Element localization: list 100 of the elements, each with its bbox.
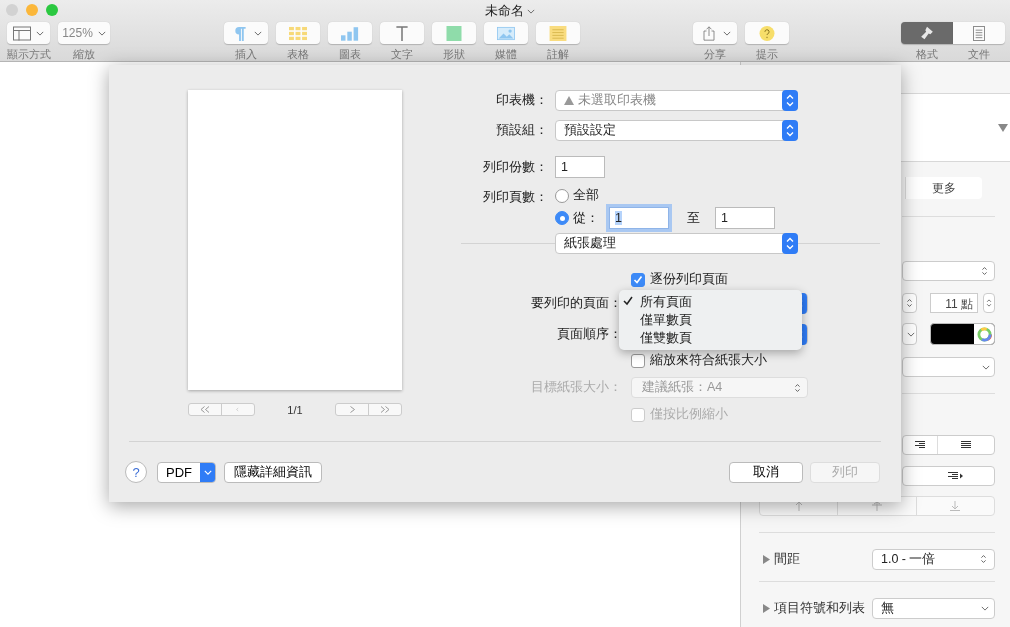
zoom-button[interactable]	[46, 4, 58, 16]
menu-item[interactable]: 僅單數頁	[640, 311, 692, 329]
arrow-up-icon	[794, 501, 803, 511]
stepper-icon	[782, 90, 798, 111]
bullets-label: 項目符號和列表	[774, 599, 865, 617]
chevron-icon	[253, 30, 262, 36]
text-button[interactable]	[380, 22, 424, 44]
radio-button[interactable]	[555, 211, 569, 225]
chevron-icon	[982, 364, 990, 370]
page-order-label: 頁面順序：	[556, 326, 622, 343]
color-wheel-icon	[976, 326, 992, 342]
dropdown[interactable]	[902, 357, 995, 377]
copies-label: 列印份數：	[482, 158, 548, 176]
bullets-dropdown[interactable]: 無	[872, 597, 995, 619]
close-button[interactable]	[6, 4, 18, 16]
next-icon	[349, 406, 355, 413]
more-tab[interactable]: 更多	[905, 177, 982, 199]
checkbox-label: 僅按比例縮小	[650, 406, 728, 423]
font-dropdown[interactable]	[902, 261, 995, 281]
toolbar-label: 分享	[704, 47, 726, 62]
comment-button[interactable]	[536, 22, 580, 44]
pages-label: 列印頁數：	[482, 189, 548, 206]
radio-button[interactable]	[555, 188, 569, 203]
chevron-icon	[907, 331, 915, 337]
share-button[interactable]	[693, 22, 737, 44]
chevron-icon	[36, 30, 44, 36]
view-button[interactable]	[7, 22, 50, 44]
presets-label: 預設組：	[495, 122, 548, 139]
document-tab[interactable]	[953, 22, 1005, 44]
disclosure-triangle-icon[interactable]	[763, 603, 770, 613]
toolbar-label: 插入	[235, 47, 257, 62]
tips-button[interactable]	[745, 22, 789, 44]
minimize-button[interactable]	[26, 4, 38, 16]
from-page-field[interactable]: 1	[609, 207, 669, 229]
menu-item[interactable]: 僅雙數頁	[640, 329, 692, 347]
document-icon	[970, 25, 988, 41]
toolbar-label: 格式	[915, 47, 939, 62]
disclosure-triangle-icon[interactable]	[763, 554, 770, 564]
square-icon	[445, 25, 463, 41]
menu-item[interactable]: 所有頁面	[640, 293, 692, 311]
color-well[interactable]	[930, 323, 995, 345]
dropdown-triangle-icon	[998, 123, 1008, 132]
section-dropdown[interactable]: 紙張處理	[555, 233, 798, 254]
media-button[interactable]	[484, 22, 528, 44]
toolbar-label: 圖表	[339, 47, 361, 62]
size-stepper[interactable]	[983, 293, 995, 313]
chevron-icon	[981, 605, 989, 611]
checkbox[interactable]	[631, 353, 645, 368]
page-number: 1/1	[286, 403, 304, 416]
hide-details-button[interactable]: 隱藏詳細資訊	[224, 461, 322, 483]
to-label: 至	[687, 209, 700, 227]
copies-field[interactable]: 1	[555, 156, 605, 178]
pdf-button[interactable]: PDF	[157, 461, 216, 483]
chevron-icon	[97, 30, 106, 36]
checkmark-icon	[633, 274, 643, 285]
toolbar-label: 提示	[756, 47, 778, 62]
chevron-icon	[722, 30, 731, 36]
style-stepper[interactable]	[902, 293, 917, 313]
checkbox[interactable]	[631, 272, 645, 287]
last-page-icon	[380, 406, 390, 413]
spacing-dropdown[interactable]: 1.0 - 一倍	[872, 548, 995, 570]
image-icon	[497, 25, 515, 41]
help-button[interactable]: ?	[125, 461, 147, 483]
radio-label: 從：	[573, 209, 599, 227]
checkbox-label: 逐份列印頁面	[650, 271, 728, 288]
spacing-label: 間距	[774, 550, 800, 568]
chevron-icon	[527, 8, 535, 14]
presets-dropdown[interactable]: 預設設定	[555, 120, 798, 141]
printer-label: 印表機：	[495, 92, 548, 109]
toolbar-label: 形狀	[443, 47, 465, 62]
shape-button[interactable]	[432, 22, 476, 44]
toolbar-label: 顯示方式	[6, 47, 51, 62]
toolbar-label: 表格	[287, 47, 309, 62]
pages-to-print-label: 要列印的頁面：	[530, 295, 622, 312]
indent-button[interactable]	[902, 466, 995, 486]
layout-icon	[13, 25, 31, 41]
table-icon	[289, 25, 307, 41]
chevron-icon	[203, 469, 212, 475]
checkmark-icon	[623, 296, 633, 306]
insert-button[interactable]	[224, 22, 268, 44]
bar-chart-icon	[341, 25, 359, 41]
chart-button[interactable]	[328, 22, 372, 44]
first-page-icon	[200, 406, 210, 413]
previous-icon	[235, 406, 241, 413]
to-page-field[interactable]: 1	[715, 207, 775, 229]
toolbar-label: 媒體	[495, 47, 517, 62]
help-icon	[758, 25, 776, 41]
text-icon	[393, 25, 411, 41]
style-dropdown[interactable]	[902, 323, 917, 345]
stepper-icon	[782, 120, 798, 141]
cancel-button[interactable]: 取消	[729, 461, 803, 483]
printer-dropdown[interactable]: 未選取印表機	[555, 90, 798, 111]
table-button[interactable]	[276, 22, 320, 44]
toolbar-label: 縮放	[73, 47, 95, 62]
paper-size-label: 目標紙張大小：	[530, 379, 622, 396]
toolbar-label: 註解	[547, 47, 569, 62]
format-tab[interactable]	[901, 22, 953, 44]
note-icon	[549, 25, 567, 41]
align-right-icon	[915, 441, 925, 449]
font-size-field[interactable]: 11 點	[930, 293, 978, 313]
